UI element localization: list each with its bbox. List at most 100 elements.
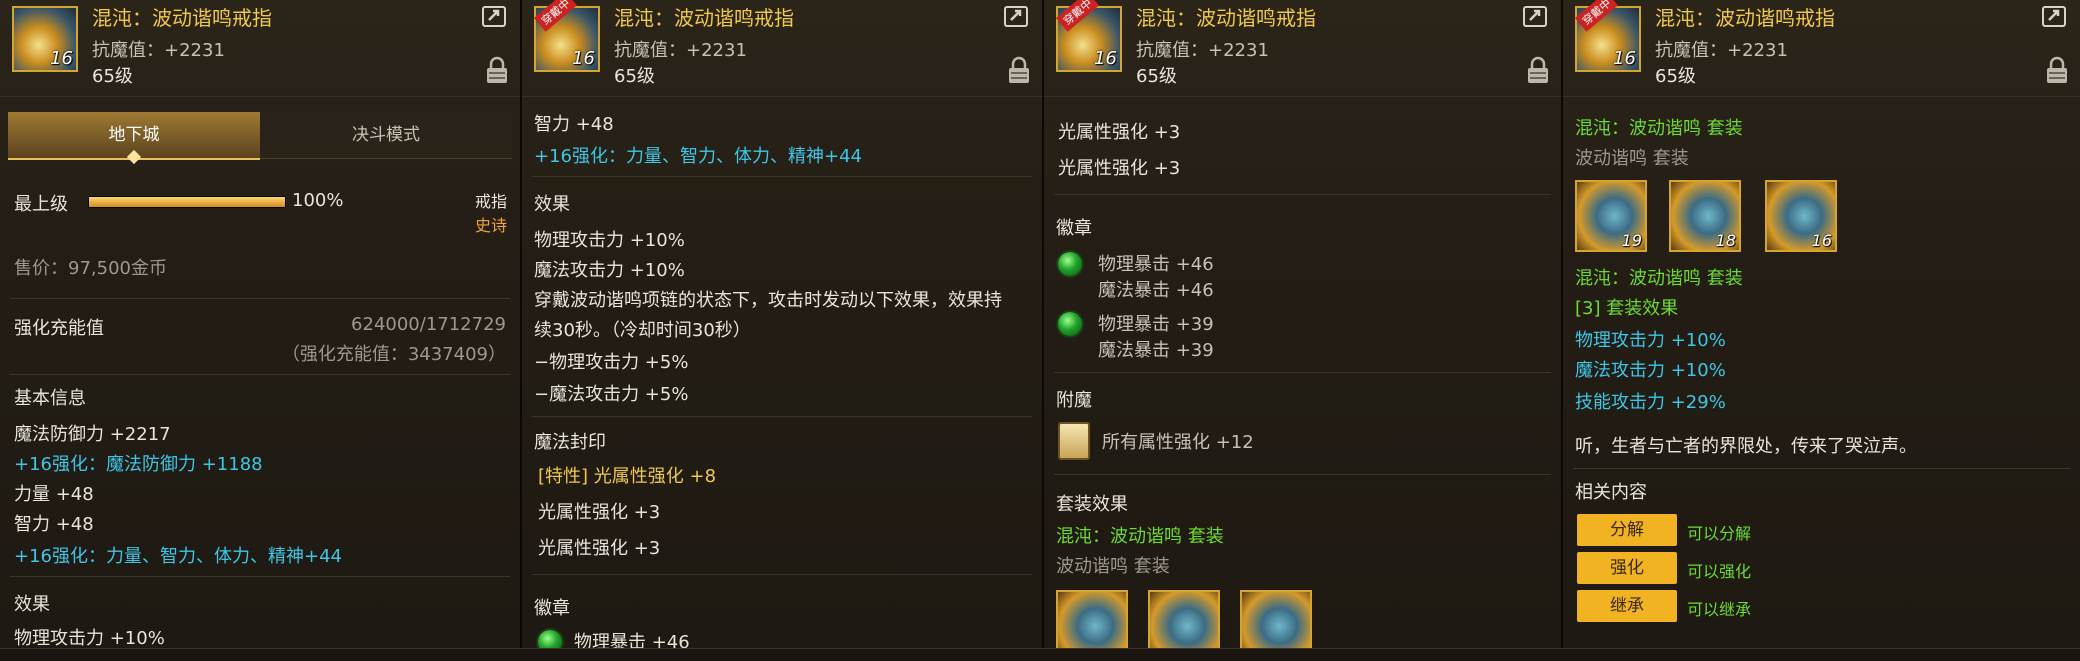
set-item-icon[interactable]: 19 (1575, 180, 1647, 252)
item-magic-resist: 抗魔值：+2231 (1655, 40, 1788, 61)
icon-level: 18 (1715, 231, 1736, 250)
share-icon[interactable] (1523, 4, 1549, 28)
related-title: 相关内容 (1575, 482, 1647, 503)
effect-line: 续30秒。（冷却时间30秒） (534, 320, 751, 341)
lock-icon[interactable] (2046, 56, 2068, 84)
sell-price: 售价：97,500金币 (14, 258, 167, 279)
share-icon[interactable] (2042, 4, 2068, 28)
item-level: 65级 (1136, 66, 1177, 87)
lock-icon[interactable] (486, 56, 508, 84)
charge-label: 强化充能值 (14, 318, 104, 339)
emblem-gem-icon (538, 630, 562, 648)
item-name: 混沌：波动谐鸣戒指 (614, 6, 794, 30)
mode-tabs: 地下城 决斗模式 (8, 112, 513, 165)
basic-line: +16强化：魔法防御力 +1188 (14, 454, 263, 475)
basic-info-title: 基本信息 (14, 388, 86, 409)
item-level: 65级 (1655, 66, 1696, 87)
item-level: 65级 (614, 66, 655, 87)
basic-line: 智力 +48 (14, 514, 94, 535)
set-item-icon[interactable]: 18 (1669, 180, 1741, 252)
charge-value: 624000/1712729 (351, 314, 506, 335)
enchant-line: 所有属性强化 +12 (1102, 432, 1254, 453)
grade-percent: 100% (292, 190, 344, 211)
share-icon[interactable] (482, 4, 508, 28)
icon-level: 19 (1621, 231, 1642, 250)
set-name: 混沌：波动谐鸣 套装 (1575, 268, 1743, 289)
emblem-line: 物理暴击 +46 (574, 632, 690, 648)
seal-title: 魔法封印 (534, 432, 606, 453)
grade-progress-bar (88, 196, 286, 208)
enhance-desc: 可以强化 (1687, 562, 1752, 581)
enhance-button[interactable]: 强化 (1577, 552, 1677, 584)
set-effect-line: 技能攻击力 +29% (1575, 392, 1726, 413)
share-icon[interactable] (1004, 4, 1030, 28)
item-level: 65级 (92, 66, 133, 87)
tab-duel-mode[interactable]: 决斗模式 (260, 112, 512, 159)
basic-line: +16强化：力量、智力、体力、精神+44 (14, 546, 342, 567)
icon-level: 16 (1613, 48, 1636, 69)
game-bottom-bar (0, 648, 2080, 661)
ring-item-icon[interactable]: 穿戴中 16 (534, 0, 600, 72)
ring-item-icon[interactable]: 穿戴中 16 (1056, 0, 1122, 72)
effect-line: 物理攻击力 +10% (14, 628, 165, 648)
inherit-desc: 可以继承 (1687, 600, 1752, 619)
divider (532, 574, 1032, 575)
effect-line: 魔法攻击力 +10% (534, 260, 685, 281)
icon-level: 16 (1811, 231, 1832, 250)
divider (10, 576, 510, 577)
effect-line: −物理攻击力 +5% (534, 352, 689, 373)
set-name: 混沌：波动谐鸣 套装 (1575, 118, 1743, 139)
seal-line: 光属性强化 +3 (538, 538, 661, 559)
ring-item-icon[interactable]: 穿戴中 16 (1575, 0, 1641, 72)
set-name: 混沌：波动谐鸣 套装 (1056, 526, 1224, 547)
set-item-icon[interactable]: 16 (1765, 180, 1837, 252)
stat-line: +16强化：力量、智力、体力、精神+44 (534, 146, 862, 167)
effect-line: 穿戴波动谐鸣项链的状态下，攻击时发动以下效果，效果持 (534, 290, 1002, 311)
item-magic-resist: 抗魔值：+2231 (614, 40, 747, 61)
divider (10, 374, 510, 375)
equipped-ribbon: 穿戴中 (1056, 0, 1099, 32)
set-effect-title: 套装效果 (1056, 494, 1128, 515)
divider (1573, 468, 2070, 469)
grade-label: 最上级 (14, 194, 68, 215)
rarity-label: 史诗 (475, 216, 508, 235)
icon-level: 16 (572, 48, 595, 69)
lock-icon[interactable] (1527, 56, 1549, 84)
item-header: 16 混沌：波动谐鸣戒指 抗魔值：+2231 65级 (0, 0, 520, 97)
effect-line: 物理攻击力 +10% (534, 230, 685, 251)
item-tooltip-panel-1: 16 混沌：波动谐鸣戒指 抗魔值：+2231 65级 地下城 决斗模式 最上级 … (0, 0, 522, 648)
disassemble-button[interactable]: 分解 (1577, 514, 1677, 546)
set-effect-line: 物理攻击力 +10% (1575, 330, 1726, 351)
set-effect-title: [3] 套装效果 (1575, 298, 1679, 319)
set-item-icon[interactable] (1056, 590, 1128, 648)
seal-line: 光属性强化 +3 (1058, 158, 1181, 179)
equipped-ribbon: 穿戴中 (534, 0, 577, 32)
seal-line: 光属性强化 +3 (538, 502, 661, 523)
item-name: 混沌：波动谐鸣戒指 (1136, 6, 1316, 30)
divider (1054, 194, 1551, 195)
stat-line: 智力 +48 (534, 114, 614, 135)
emblem-line: 物理暴击 +46 (1098, 254, 1214, 275)
lock-icon[interactable] (1008, 56, 1030, 84)
item-magic-resist: 抗魔值：+2231 (92, 40, 225, 61)
divider (1054, 372, 1551, 373)
item-name: 混沌：波动谐鸣戒指 (1655, 6, 1835, 30)
effect-line: −魔法攻击力 +5% (534, 384, 689, 405)
divider (532, 416, 1032, 417)
emblem-line: 魔法暴击 +39 (1098, 340, 1214, 361)
item-tooltip-panel-3: 穿戴中 16 混沌：波动谐鸣戒指 抗魔值：+2231 65级 光属性强化 +3 … (1044, 0, 1563, 648)
item-tooltip-panel-2: 穿戴中 16 混沌：波动谐鸣戒指 抗魔值：+2231 65级 智力 +48 +1… (522, 0, 1044, 648)
set-subname: 波动谐鸣 套装 (1575, 148, 1689, 169)
basic-line: 力量 +48 (14, 484, 94, 505)
enchant-title: 附魔 (1056, 390, 1092, 411)
ring-item-icon[interactable]: 16 (12, 6, 78, 72)
divider (1054, 474, 1551, 475)
emblem-line: 魔法暴击 +46 (1098, 280, 1214, 301)
basic-line: 魔法防御力 +2217 (14, 424, 171, 445)
effect-title: 效果 (14, 594, 50, 615)
set-item-icon[interactable] (1148, 590, 1220, 648)
icon-level: 16 (50, 48, 73, 69)
inherit-button[interactable]: 继承 (1577, 590, 1677, 622)
emblem-title: 徽章 (1056, 218, 1092, 239)
set-item-icon[interactable] (1240, 590, 1312, 648)
